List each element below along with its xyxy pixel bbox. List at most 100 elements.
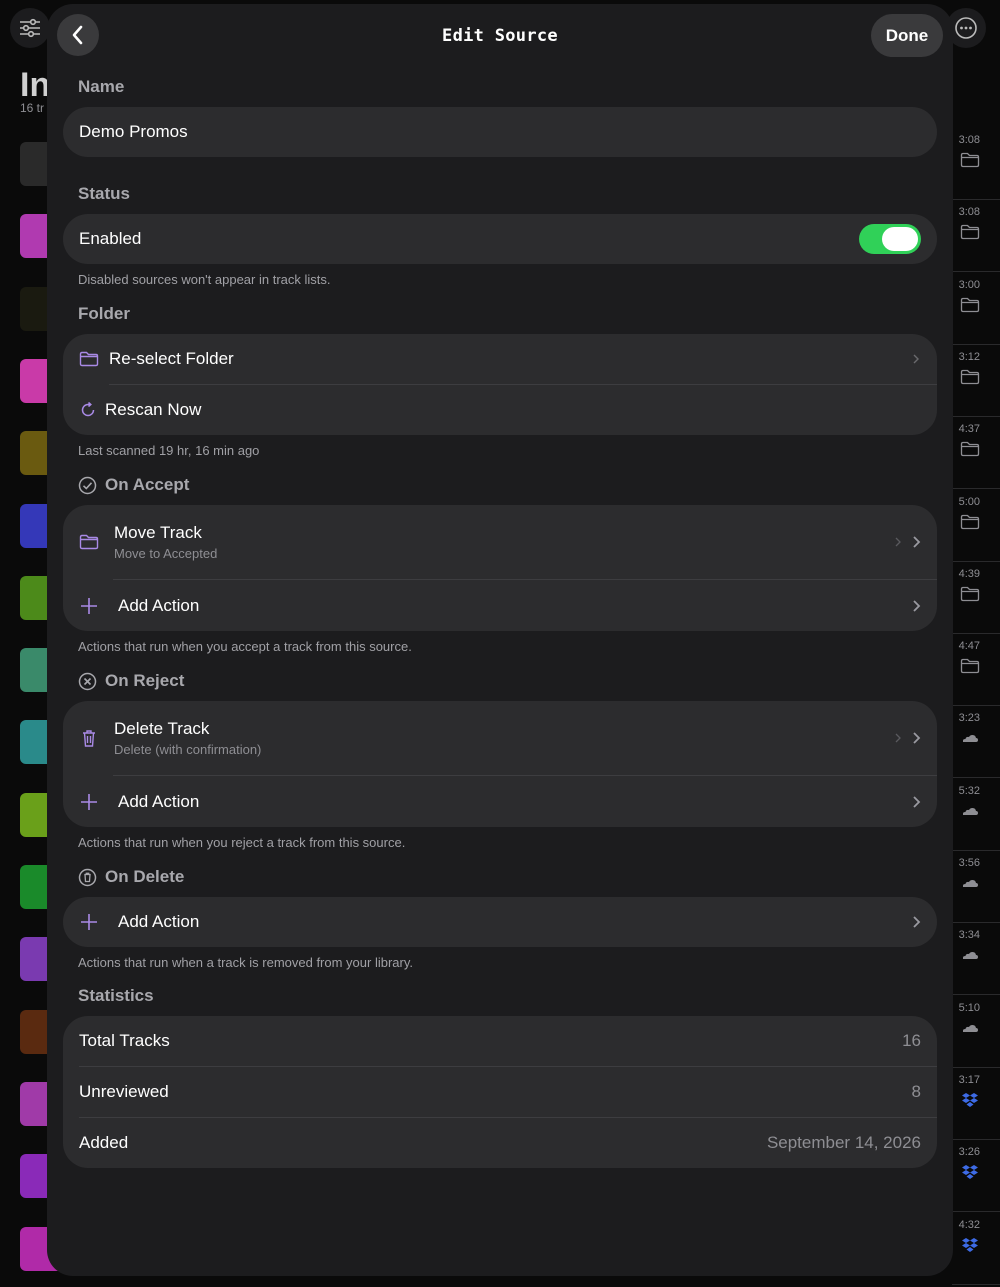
track-duration: 3:56: [958, 857, 980, 869]
folder-section-label: Folder: [78, 304, 130, 323]
add-action-label: Add Action: [118, 791, 200, 811]
folder-icon: [960, 658, 980, 674]
library-title: In: [20, 66, 51, 104]
plus-icon: [81, 597, 97, 614]
dropbox-icon: [960, 1237, 980, 1253]
folder-icon: [960, 441, 980, 457]
trash-icon: [83, 730, 95, 747]
total-tracks-row: Total Tracks 16: [63, 1016, 937, 1066]
folder-icon: [960, 369, 980, 385]
chevron-right-icon: [913, 732, 921, 744]
on-reject-group: Delete Track Delete (with confirmation) …: [63, 701, 937, 827]
page-title: Edit Source: [442, 26, 558, 46]
add-action-label: Add Action: [118, 595, 200, 615]
track-duration: 3:00: [958, 278, 980, 291]
on-accept-footnote: Actions that run when you accept a track…: [78, 639, 412, 654]
track-duration: 5:00: [958, 495, 980, 508]
track-duration: 3:08: [958, 206, 980, 219]
status-group: Enabled: [63, 214, 937, 264]
on-accept-add-action-row[interactable]: Add Action: [63, 580, 937, 631]
done-button[interactable]: Done: [871, 14, 943, 57]
status-section-label: Status: [78, 184, 130, 203]
track-duration: 3:12: [958, 350, 980, 363]
track-duration: 3:34: [958, 929, 980, 942]
name-input-value[interactable]: Demo Promos: [79, 122, 188, 142]
on-delete-add-action-row[interactable]: Add Action: [63, 897, 937, 947]
track-duration: 3:26: [958, 1146, 980, 1159]
chevron-right-icon: [913, 599, 921, 612]
plus-icon: [81, 914, 97, 930]
chevron-right-icon: [913, 795, 921, 808]
on-accept-group: Move Track Move to Accepted Add Action: [63, 505, 937, 631]
edit-source-sheet: Edit Source Done Name Demo Promos Status…: [47, 4, 953, 1276]
on-delete-section-label: On Delete: [78, 867, 184, 887]
delete-track-title: Delete Track: [114, 719, 210, 738]
folder-group: Re-select Folder Rescan Now: [63, 334, 937, 435]
trash-circle-icon: [78, 868, 97, 886]
chevron-right-icon: [913, 354, 919, 364]
track-duration: 5:32: [958, 784, 980, 797]
total-tracks-value: 16: [902, 1031, 921, 1050]
enabled-label: Enabled: [79, 229, 142, 248]
folder-icon: [79, 534, 99, 550]
on-reject-footnote: Actions that run when you reject a track…: [78, 835, 406, 850]
dropbox-icon: [960, 1092, 980, 1108]
name-field[interactable]: Demo Promos: [63, 107, 937, 157]
track-duration: 4:37: [958, 423, 980, 436]
track-duration: 3:23: [958, 712, 980, 725]
xmark-circle-icon: [78, 672, 97, 690]
move-track-title: Move Track: [114, 523, 202, 542]
chevron-right-icon: [895, 537, 901, 547]
add-action-label: Add Action: [118, 912, 200, 931]
track-duration: 4:32: [958, 1218, 980, 1231]
checkmark-circle-icon: [78, 476, 97, 494]
chevron-right-icon: [895, 733, 901, 743]
unreviewed-row: Unreviewed 8: [63, 1067, 937, 1117]
rescan-now-row[interactable]: Rescan Now: [63, 385, 937, 435]
unreviewed-value: 8: [911, 1082, 921, 1101]
track-duration: 4:47: [958, 640, 980, 653]
move-track-subtitle: Move to Accepted: [114, 546, 218, 561]
added-value: September 14, 2026: [766, 1133, 921, 1152]
filter-icon[interactable]: [10, 8, 50, 48]
folder-icon: [960, 224, 980, 240]
statistics-section-label: Statistics: [78, 986, 154, 1005]
track-duration: 4:39: [958, 567, 980, 580]
cloud-icon: [960, 947, 980, 963]
refresh-icon: [81, 401, 95, 417]
track-duration: 3:08: [958, 134, 980, 146]
rescan-now-label: Rescan Now: [105, 400, 202, 419]
folder-icon: [79, 351, 99, 367]
name-section-label: Name: [78, 77, 125, 96]
status-footnote: Disabled sources won't appear in track l…: [78, 272, 331, 287]
enabled-toggle[interactable]: [859, 224, 921, 254]
statistics-group: Total Tracks 16 Unreviewed 8 Added Septe…: [63, 1016, 937, 1168]
cloud-icon: [960, 875, 980, 891]
folder-icon: [960, 514, 980, 530]
chevron-right-icon: [913, 536, 921, 548]
move-track-action-row[interactable]: Move Track Move to Accepted: [63, 505, 937, 579]
on-delete-footnote: Actions that run when a track is removed…: [78, 955, 413, 970]
added-label: Added: [79, 1133, 129, 1152]
dropbox-icon: [960, 1164, 980, 1180]
on-accept-section-label: On Accept: [78, 475, 189, 495]
total-tracks-label: Total Tracks: [79, 1031, 170, 1050]
track-duration: 5:10: [958, 1001, 980, 1014]
unreviewed-label: Unreviewed: [79, 1082, 169, 1101]
delete-track-action-row[interactable]: Delete Track Delete (with confirmation): [63, 701, 937, 775]
cloud-icon: [960, 1020, 980, 1036]
reselect-folder-label: Re-select Folder: [109, 349, 234, 368]
folder-footnote: Last scanned 19 hr, 16 min ago: [78, 443, 260, 458]
cloud-icon: [960, 803, 980, 819]
on-reject-section-label: On Reject: [78, 671, 184, 691]
cloud-icon: [960, 730, 980, 746]
folder-icon: [960, 297, 980, 313]
folder-icon: [960, 152, 980, 168]
reselect-folder-row[interactable]: Re-select Folder: [63, 334, 937, 384]
added-row: Added September 14, 2026: [63, 1118, 937, 1168]
delete-track-subtitle: Delete (with confirmation): [114, 742, 262, 757]
library-subtitle: 16 tr: [20, 101, 45, 115]
chevron-right-icon: [913, 916, 921, 928]
on-reject-add-action-row[interactable]: Add Action: [63, 776, 937, 827]
on-delete-group: Add Action: [63, 897, 937, 947]
